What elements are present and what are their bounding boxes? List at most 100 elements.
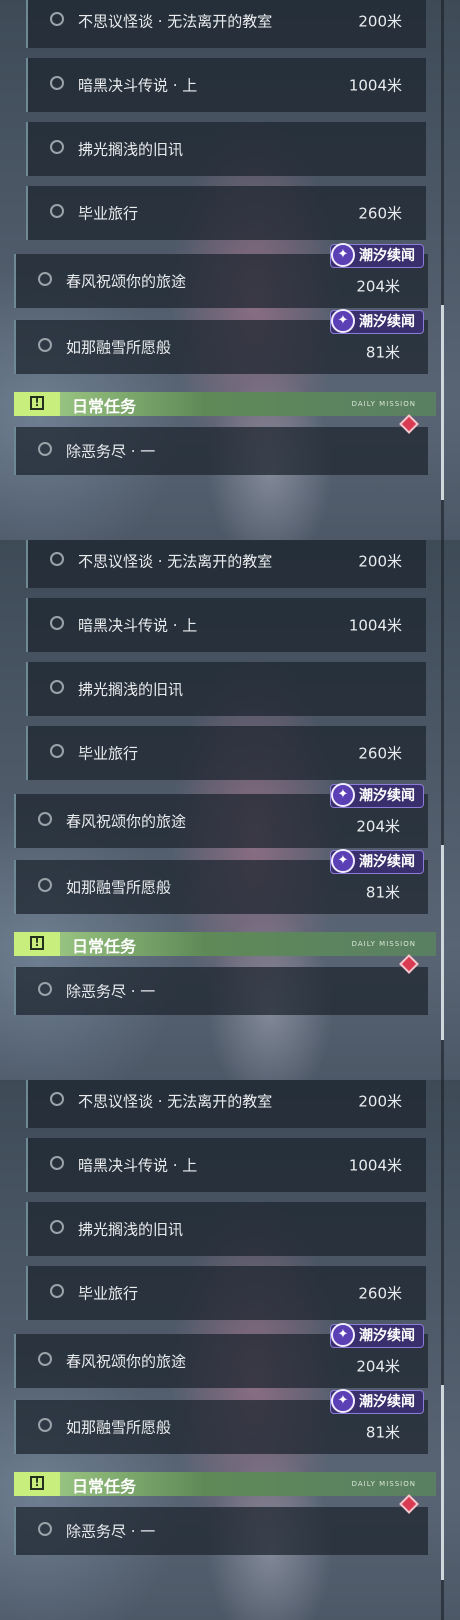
circle-marker-icon [38,442,52,456]
quest-name: 暗黑决斗传说 · 上 [78,76,198,95]
quest-name: 毕业旅行 [78,1284,139,1303]
quest-panel-3: 不思议怪谈 · 无法离开的教室 200米 暗黑决斗传说 · 上 1004米 拂光… [0,1080,460,1620]
circle-marker-icon [50,1156,64,1170]
quest-name: 如那融雪所愿般 [66,878,172,897]
quest-name: 如那融雪所愿般 [66,338,172,357]
tide-tag-badge: ✦ 潮汐续闻 [330,243,424,268]
quest-item[interactable]: 毕业旅行 260米 [26,186,426,240]
quest-item[interactable]: 毕业旅行 260米 [26,1266,426,1320]
diamond-marker-icon [399,954,419,974]
quest-distance: 81米 [365,1423,400,1442]
circle-marker-icon [50,616,64,630]
quest-name: 不思议怪谈 · 无法离开的教室 [78,1092,273,1111]
tide-tag-badge: ✦ 潮汐续闻 [330,1389,424,1414]
quest-distance: 81米 [365,883,400,902]
circle-marker-icon [50,204,64,218]
quest-item[interactable]: 如那融雪所愿般 81米 ✦ 潮汐续闻 [14,309,428,374]
quest-distance: 200米 [358,1092,402,1111]
quest-distance: 200米 [358,552,402,571]
quest-item[interactable]: 不思议怪谈 · 无法离开的教室 200米 [26,0,426,48]
tag-label: 潮汐续闻 [359,788,415,804]
quest-item[interactable]: 如那融雪所愿般 81米 ✦ 潮汐续闻 [14,1389,428,1454]
section-decor: DAILY MISSION [351,940,416,948]
tide-tag-badge: ✦ 潮汐续闻 [330,1323,424,1348]
quest-distance: 1004米 [348,1156,402,1175]
circle-marker-icon [38,1418,52,1432]
quest-item[interactable]: 毕业旅行 260米 [26,726,426,780]
section-title: 日常任务 [72,1477,137,1496]
quest-name: 除恶务尽 · 一 [66,982,156,1001]
diamond-marker-icon [399,1494,419,1514]
section-title: 日常任务 [72,397,137,416]
quest-name: 春风祝颂你的旅途 [66,812,187,831]
tide-tag-badge: ✦ 潮汐续闻 [330,849,424,874]
circle-marker-icon [38,1522,52,1536]
quest-item[interactable]: 春风祝颂你的旅途 204米 ✦ 潮汐续闻 [14,243,428,308]
daily-section-header[interactable]: ! 日常任务 DAILY MISSION [14,932,436,956]
tide-emblem-icon: ✦ [331,243,355,267]
quest-item[interactable]: 如那融雪所愿般 81米 ✦ 潮汐续闻 [14,849,428,914]
circle-marker-icon [50,552,64,566]
circle-marker-icon [50,12,64,26]
tag-label: 潮汐续闻 [359,248,415,264]
quest-distance: 260米 [358,204,402,223]
scrollbar-thumb[interactable] [441,305,444,500]
daily-quest-item[interactable]: 除恶务尽 · 一 [14,1494,428,1555]
quest-name: 拂光搁浅的旧讯 [78,680,184,699]
quest-item[interactable]: 春风祝颂你的旅途 204米 ✦ 潮汐续闻 [14,1323,428,1388]
quest-item[interactable]: 不思议怪谈 · 无法离开的教室 200米 [26,1080,426,1128]
quest-name: 春风祝颂你的旅途 [66,272,187,291]
tide-emblem-icon: ✦ [331,783,355,807]
quest-item[interactable]: 不思议怪谈 · 无法离开的教室 200米 [26,540,426,588]
exclamation-icon: ! [14,932,60,956]
circle-marker-icon [38,878,52,892]
daily-quest-item[interactable]: 除恶务尽 · 一 [14,954,428,1015]
quest-name: 拂光搁浅的旧讯 [78,140,184,159]
daily-quest-item[interactable]: 除恶务尽 · 一 [14,414,428,475]
tide-emblem-icon: ✦ [331,1323,355,1347]
section-title: 日常任务 [72,937,137,956]
quest-item[interactable]: 暗黑决斗传说 · 上 1004米 [26,58,426,112]
tide-emblem-icon: ✦ [331,309,355,333]
circle-marker-icon [38,272,52,286]
quest-item[interactable]: 拂光搁浅的旧讯 [26,662,426,716]
tag-label: 潮汐续闻 [359,854,415,870]
tag-label: 潮汐续闻 [359,1328,415,1344]
quest-distance: 200米 [358,12,402,31]
daily-section-header[interactable]: ! 日常任务 DAILY MISSION [14,1472,436,1496]
quest-panel-1: 不思议怪谈 · 无法离开的教室 200米 暗黑决斗传说 · 上 1004米 拂光… [0,0,460,540]
quest-distance: 260米 [358,744,402,763]
circle-marker-icon [50,76,64,90]
circle-marker-icon [50,680,64,694]
quest-distance: 204米 [356,277,400,296]
quest-item[interactable]: 拂光搁浅的旧讯 [26,1202,426,1256]
quest-item[interactable]: 春风祝颂你的旅途 204米 ✦ 潮汐续闻 [14,783,428,848]
quest-name: 不思议怪谈 · 无法离开的教室 [78,12,273,31]
quest-panel-2: 不思议怪谈 · 无法离开的教室 200米 暗黑决斗传说 · 上 1004米 拂光… [0,540,460,1080]
quest-item[interactable]: 拂光搁浅的旧讯 [26,122,426,176]
quest-name: 除恶务尽 · 一 [66,1522,156,1541]
quest-distance: 1004米 [348,76,402,95]
circle-marker-icon [50,1092,64,1106]
circle-marker-icon [38,1352,52,1366]
tag-label: 潮汐续闻 [359,314,415,330]
daily-section-header[interactable]: ! 日常任务 DAILY MISSION [14,392,436,416]
circle-marker-icon [50,744,64,758]
scrollbar-thumb[interactable] [441,1385,444,1580]
quest-distance: 204米 [356,817,400,836]
quest-name: 不思议怪谈 · 无法离开的教室 [78,552,273,571]
exclamation-icon: ! [14,1472,60,1496]
exclamation-icon: ! [14,392,60,416]
circle-marker-icon [50,1284,64,1298]
circle-marker-icon [38,812,52,826]
quest-name: 除恶务尽 · 一 [66,442,156,461]
quest-item[interactable]: 暗黑决斗传说 · 上 1004米 [26,598,426,652]
tide-emblem-icon: ✦ [331,1389,355,1413]
tag-label: 潮汐续闻 [359,1394,415,1410]
quest-name: 暗黑决斗传说 · 上 [78,616,198,635]
quest-name: 如那融雪所愿般 [66,1418,172,1437]
scrollbar-thumb[interactable] [441,845,444,1040]
quest-item[interactable]: 暗黑决斗传说 · 上 1004米 [26,1138,426,1192]
quest-distance: 1004米 [348,616,402,635]
section-decor: DAILY MISSION [351,400,416,408]
